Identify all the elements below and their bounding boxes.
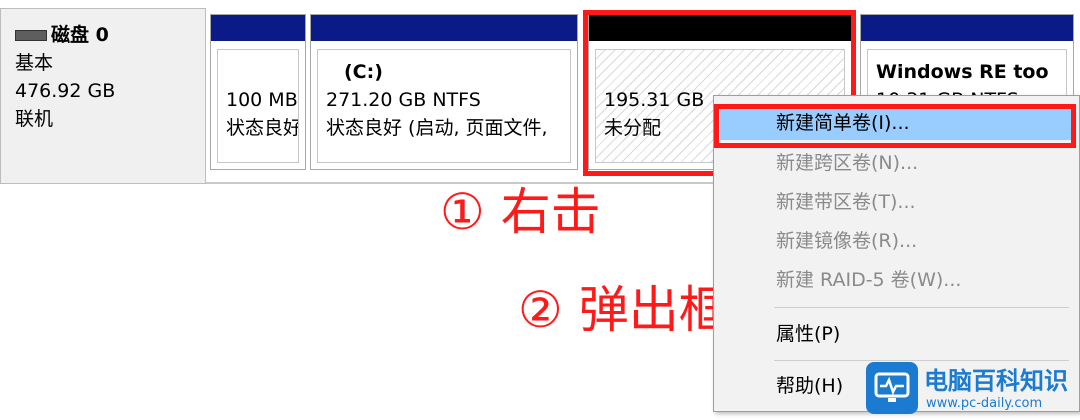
partition-size: 271.20 GB NTFS [326, 89, 481, 111]
disk-info-panel[interactable]: 磁盘 0 基本 476.92 GB 联机 [0, 8, 206, 184]
menu-item-new-spanned-volume[interactable]: 新建跨区卷(N)... [720, 146, 1073, 180]
partition-body: (C:) 271.20 GB NTFS 状态良好 (启动, 页面文件, [317, 49, 571, 163]
watermark-title: 电脑百科知识 [924, 367, 1068, 395]
menu-item-new-striped-volume[interactable]: 新建带区卷(T)... [720, 185, 1073, 219]
partition-status: 状态良好 [226, 117, 299, 139]
disk-type: 基本 [15, 52, 54, 74]
partition-title: Windows RE too [876, 61, 1049, 83]
disk-drive-icon [15, 29, 47, 41]
monitor-pulse-icon [866, 362, 918, 414]
disk-name: 磁盘 0 [51, 24, 109, 46]
partition-bar [861, 15, 1073, 41]
partition-title: (C:) [344, 61, 383, 83]
partition-status: 状态良好 (启动, 页面文件, [326, 117, 548, 139]
partition-bar [311, 15, 577, 41]
menu-separator [774, 360, 1069, 361]
annotation-step-1: ① 右击 [440, 183, 601, 241]
menu-item-highlight-box [714, 104, 1076, 148]
watermark-url: www.pc-daily.com [926, 396, 1043, 411]
partition-body: 100 MB 状态良好 [217, 49, 299, 163]
menu-item-new-raid5-volume[interactable]: 新建 RAID-5 卷(W)... [720, 263, 1073, 297]
menu-item-properties[interactable]: 属性(P) [720, 317, 1073, 351]
disk-size: 476.92 GB [15, 80, 116, 102]
partition-bar [211, 15, 305, 41]
annotation-step-2: ② 弹出框 [518, 281, 729, 339]
disk-status: 联机 [15, 108, 54, 130]
menu-separator [774, 307, 1069, 308]
partition-c-drive[interactable]: (C:) 271.20 GB NTFS 状态良好 (启动, 页面文件, [310, 14, 578, 170]
partition-size: 100 MB [226, 89, 298, 111]
disk-name-row: 磁盘 0 [15, 21, 205, 49]
partition-system-reserved[interactable]: 100 MB 状态良好 [210, 14, 306, 170]
menu-item-new-mirrored-volume[interactable]: 新建镜像卷(R)... [720, 224, 1073, 258]
